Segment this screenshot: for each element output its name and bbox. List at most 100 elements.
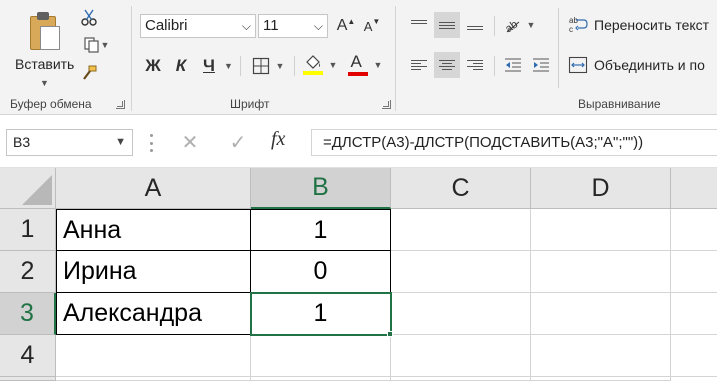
cell-d1[interactable] <box>531 209 671 251</box>
cell-c1[interactable] <box>391 209 531 251</box>
decrease-indent-icon <box>505 58 521 72</box>
paste-icon <box>28 12 62 52</box>
decrease-indent-button[interactable] <box>500 52 526 78</box>
font-color-button[interactable]: A ▼ <box>344 52 386 78</box>
formula-bar-grip[interactable] <box>150 134 153 152</box>
fill-color-swatch <box>302 71 323 75</box>
font-color-swatch <box>347 72 368 76</box>
cell-a3[interactable]: Александра <box>56 293 251 335</box>
cell-b2[interactable]: 0 <box>251 251 391 293</box>
copy-icon <box>83 37 99 53</box>
font-group: Calibri ⌵ 11 ⌵ A ▲ A ▼ Ж К Ч ▼ ▼ ▼ A ▼ Ш… <box>132 0 394 115</box>
borders-button[interactable]: ▼ <box>248 54 288 78</box>
svg-text:ab: ab <box>503 18 520 34</box>
font-dialog-launcher-icon[interactable] <box>382 100 391 109</box>
font-size-dropdown[interactable]: 11 ⌵ <box>258 14 328 38</box>
cancel-button[interactable]: ✕ <box>174 129 206 156</box>
chevron-down-icon[interactable]: ▼ <box>224 61 233 71</box>
cell-d5[interactable] <box>531 377 671 381</box>
chevron-down-icon: ⌵ <box>313 19 323 33</box>
cell-a5[interactable] <box>56 377 251 381</box>
underline-button[interactable]: Ч <box>198 54 220 78</box>
shrink-font-icon: A <box>363 18 373 34</box>
cell-d3[interactable] <box>531 293 671 335</box>
clipboard-group: Вставить ▼ ▼ Буфер обмена <box>0 0 130 115</box>
cell-c3[interactable] <box>391 293 531 335</box>
worksheet-grid: A B C D 1 2 3 4 Анна 1 Ирина 0 Александр… <box>0 168 717 381</box>
column-header-d[interactable]: D <box>531 168 671 209</box>
column-header-a[interactable]: A <box>56 168 251 209</box>
wrap-text-icon-button[interactable]: ab c <box>566 12 590 38</box>
clipboard-dialog-launcher-icon[interactable] <box>116 100 125 109</box>
cell-b3[interactable]: 1 <box>250 292 392 336</box>
cell-d4[interactable] <box>531 335 671 377</box>
cell-e2[interactable] <box>671 251 717 293</box>
formula-text: =ДЛСТР(A3)-ДЛСТР(ПОДСТАВИТЬ(A3;"А";"")) <box>323 134 644 151</box>
chevron-down-icon: ▼ <box>373 60 383 70</box>
underline-label: Ч <box>203 56 215 75</box>
alignment-group-label: Выравнивание <box>578 97 661 111</box>
fill-color-button[interactable]: ▼ <box>300 52 340 78</box>
fill-color-icon <box>302 54 323 76</box>
fill-handle[interactable] <box>387 331 393 337</box>
bold-button[interactable]: Ж <box>142 54 164 78</box>
grow-font-icon: A <box>336 17 348 34</box>
wrap-text-button[interactable]: Переносить текст <box>594 17 709 33</box>
cell-a1[interactable]: Анна <box>56 209 251 251</box>
chevron-down-icon: ▼ <box>40 78 49 88</box>
cell-b1[interactable]: 1 <box>251 209 391 251</box>
cell-d2[interactable] <box>531 251 671 293</box>
cell-b4[interactable] <box>251 335 391 377</box>
row-header-4[interactable]: 4 <box>0 335 56 377</box>
row-header-2[interactable]: 2 <box>0 251 56 293</box>
cell-a2[interactable]: Ирина <box>56 251 251 293</box>
scissors-icon <box>81 9 97 26</box>
align-top-button[interactable] <box>406 12 432 38</box>
format-painter-button[interactable] <box>78 62 100 84</box>
cell-c2[interactable] <box>391 251 531 293</box>
alignment-group: ab ▼ ab c Переносить текст Объединить и … <box>396 0 717 115</box>
align-bottom-button[interactable] <box>462 12 488 38</box>
row-header-5[interactable] <box>0 377 56 381</box>
cut-button[interactable] <box>78 6 100 28</box>
increase-indent-icon <box>533 58 549 72</box>
select-all-button[interactable] <box>0 168 56 209</box>
cell-c4[interactable] <box>391 335 531 377</box>
formula-bar: B3 ▼ ✕ ✓ fx =ДЛСТР(A3)-ДЛСТР(ПОДСТАВИТЬ(… <box>0 115 717 168</box>
chevron-down-icon: ▼ <box>328 60 338 70</box>
text-orientation-icon: ab <box>503 18 520 34</box>
increase-indent-button[interactable] <box>528 52 554 78</box>
align-right-button[interactable] <box>462 52 488 78</box>
font-name-dropdown[interactable]: Calibri ⌵ <box>140 14 256 38</box>
grow-font-button[interactable]: A ▲ <box>336 14 356 38</box>
merge-icon-button[interactable] <box>566 52 590 78</box>
chevron-down-icon: ▼ <box>275 61 285 71</box>
merge-center-button[interactable]: Объединить и по <box>594 57 705 73</box>
cell-e3[interactable] <box>671 293 717 335</box>
row-header-1[interactable]: 1 <box>0 209 56 251</box>
cell-b5[interactable] <box>251 377 391 381</box>
insert-function-button[interactable]: fx <box>271 128 285 151</box>
paintbrush-icon <box>83 65 97 80</box>
copy-button[interactable]: ▼ <box>78 34 114 56</box>
name-box[interactable]: B3 ▼ <box>6 129 133 156</box>
shrink-font-button[interactable]: A ▼ <box>362 14 382 38</box>
italic-button[interactable]: К <box>170 54 192 78</box>
enter-button[interactable]: ✓ <box>222 129 254 156</box>
cell-c5[interactable] <box>391 377 531 381</box>
align-middle-button[interactable] <box>434 12 460 38</box>
column-header-b[interactable]: B <box>251 168 391 209</box>
column-header-e[interactable] <box>671 168 717 209</box>
align-center-button[interactable] <box>434 52 460 78</box>
column-header-c[interactable]: C <box>391 168 531 209</box>
cell-e1[interactable] <box>671 209 717 251</box>
font-size-value: 11 <box>263 17 279 34</box>
paste-button[interactable]: Вставить ▼ <box>4 4 80 90</box>
cell-e4[interactable] <box>671 335 717 377</box>
orientation-button[interactable]: ab ▼ <box>500 12 538 38</box>
cell-a4[interactable] <box>56 335 251 377</box>
check-icon: ✓ <box>229 132 247 154</box>
formula-input[interactable]: =ДЛСТР(A3)-ДЛСТР(ПОДСТАВИТЬ(A3;"А";"")) <box>311 129 717 156</box>
align-left-button[interactable] <box>406 52 432 78</box>
row-header-3[interactable]: 3 <box>0 293 56 335</box>
